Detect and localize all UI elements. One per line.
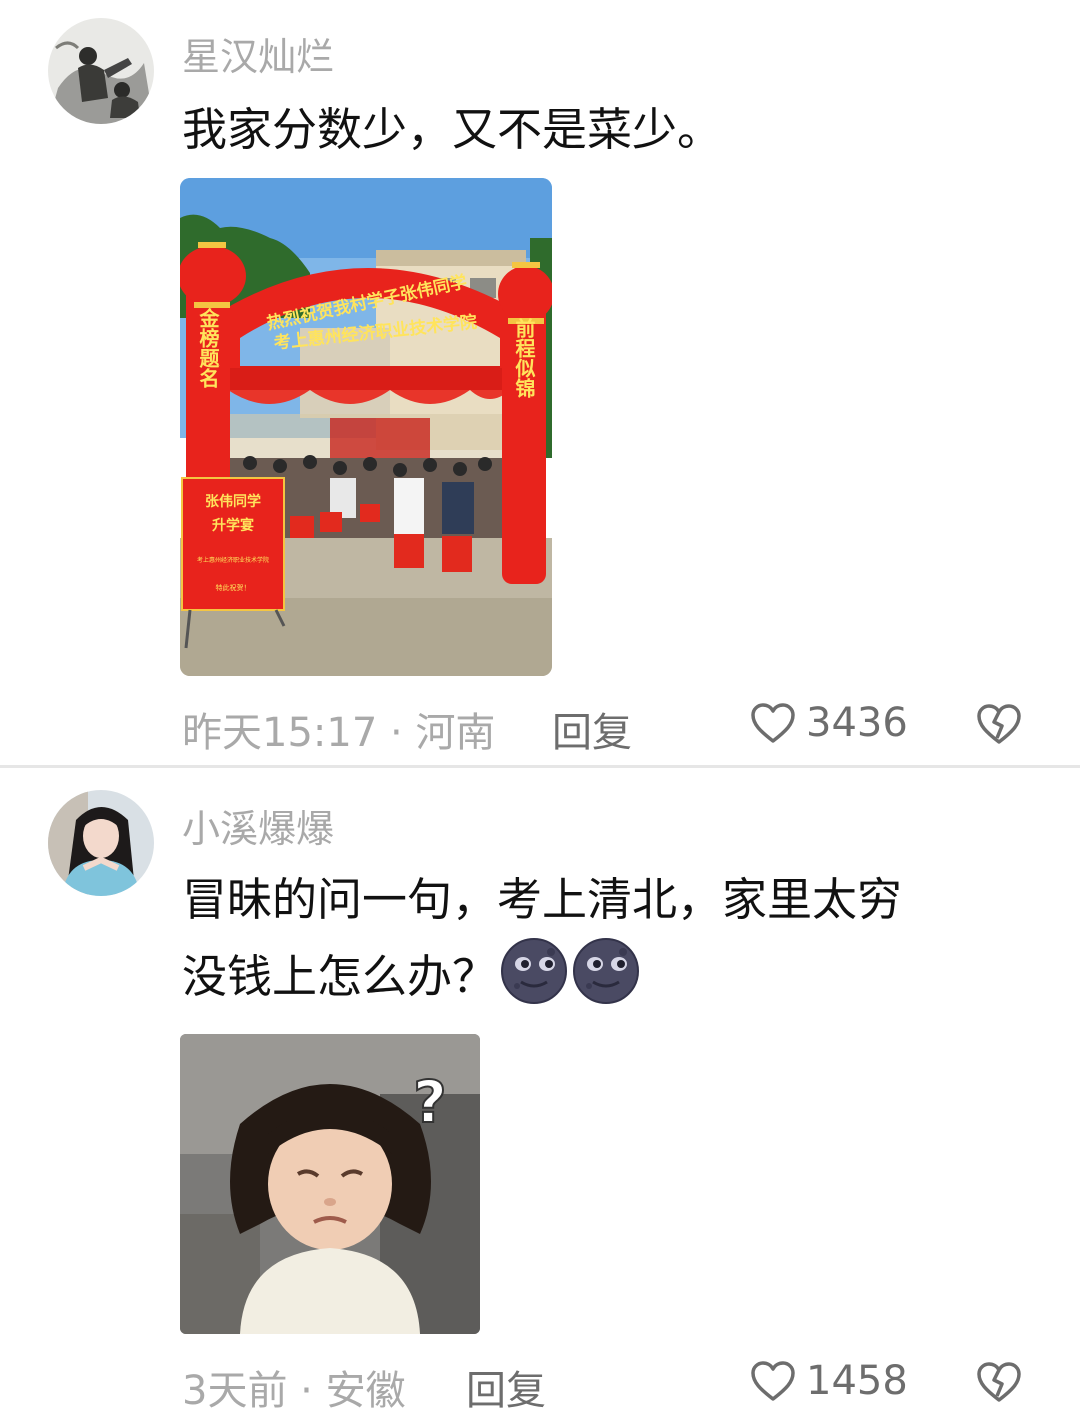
comment-text-line1: 冒昧的问一句，考上清北，家里太穷 (182, 873, 903, 926)
sign-body: 考上惠州经济职业技术学院 (197, 556, 269, 564)
comment-meta: 3天前 · 安徽 (182, 1358, 406, 1416)
comment-item: 星汉灿烂 我家分数少，又不是菜少。 热烈祝贺我村学子张伟同学 考上惠州经济职业技… (0, 0, 1080, 766)
comment-meta: 昨天15:17 · 河南 (182, 700, 495, 758)
new-moon-face-emoji (573, 938, 640, 1004)
comment-time: 昨天15:17 (182, 710, 378, 756)
question-mark-text: ? (413, 1068, 447, 1136)
broken-heart-icon[interactable] (976, 1360, 1022, 1404)
comment-photo[interactable]: 热烈祝贺我村学子张伟同学 考上惠州经济职业技术学院 金榜题名 前程似锦 张伟同学… (180, 178, 552, 676)
comment-text-line2: 没钱上怎么办？ (182, 950, 498, 1003)
sign-title-line1: 张伟同学 (205, 493, 261, 510)
comment-sticker-image[interactable]: ? (180, 1034, 480, 1334)
reply-button[interactable]: 回复 (552, 700, 632, 758)
sign-title-line2: 升学宴 (212, 517, 254, 534)
meta-separator: · (390, 710, 403, 756)
reply-button[interactable]: 回复 (466, 1358, 546, 1416)
avatar-ink-painting-image (48, 18, 154, 124)
like-count: 3436 (806, 700, 908, 746)
broken-heart-icon[interactable] (976, 702, 1022, 746)
username[interactable]: 星汉灿烂 (182, 26, 334, 81)
sign-footer: 特此祝贺！ (216, 583, 251, 592)
comment-location: 安徽 (325, 1368, 406, 1414)
right-pillar-text: 前程似锦 (512, 317, 536, 399)
avatar[interactable] (48, 18, 154, 124)
comment-item: 小溪爆爆 冒昧的问一句，考上清北，家里太穷 没钱上怎么办？ ? 3天前 · 安徽… (0, 768, 1080, 1414)
avatar-girl-photo (48, 790, 154, 896)
comment-text: 我家分数少，又不是菜少。 (182, 103, 723, 156)
like-count: 1458 (806, 1358, 908, 1404)
comment-text: 冒昧的问一句，考上清北，家里太穷 没钱上怎么办？ (182, 864, 1042, 1013)
comment-time: 3天前 (182, 1368, 288, 1414)
left-pillar-text: 金榜题名 (196, 307, 220, 388)
confused-toddler-photo: ? (180, 1034, 480, 1334)
heart-outline-icon (751, 1361, 795, 1401)
heart-outline-icon (751, 703, 795, 743)
avatar[interactable] (48, 790, 154, 896)
comment-text-line2-row: 没钱上怎么办？ (182, 936, 1042, 1013)
like-button[interactable]: 1458 (750, 1358, 908, 1404)
meta-separator: · (300, 1368, 313, 1414)
new-moon-face-emoji (501, 938, 568, 1004)
celebration-banquet-photo: 热烈祝贺我村学子张伟同学 考上惠州经济职业技术学院 金榜题名 前程似锦 张伟同学… (180, 178, 552, 676)
comment-location: 河南 (415, 710, 496, 756)
like-button[interactable]: 3436 (750, 700, 908, 746)
username[interactable]: 小溪爆爆 (182, 798, 334, 853)
